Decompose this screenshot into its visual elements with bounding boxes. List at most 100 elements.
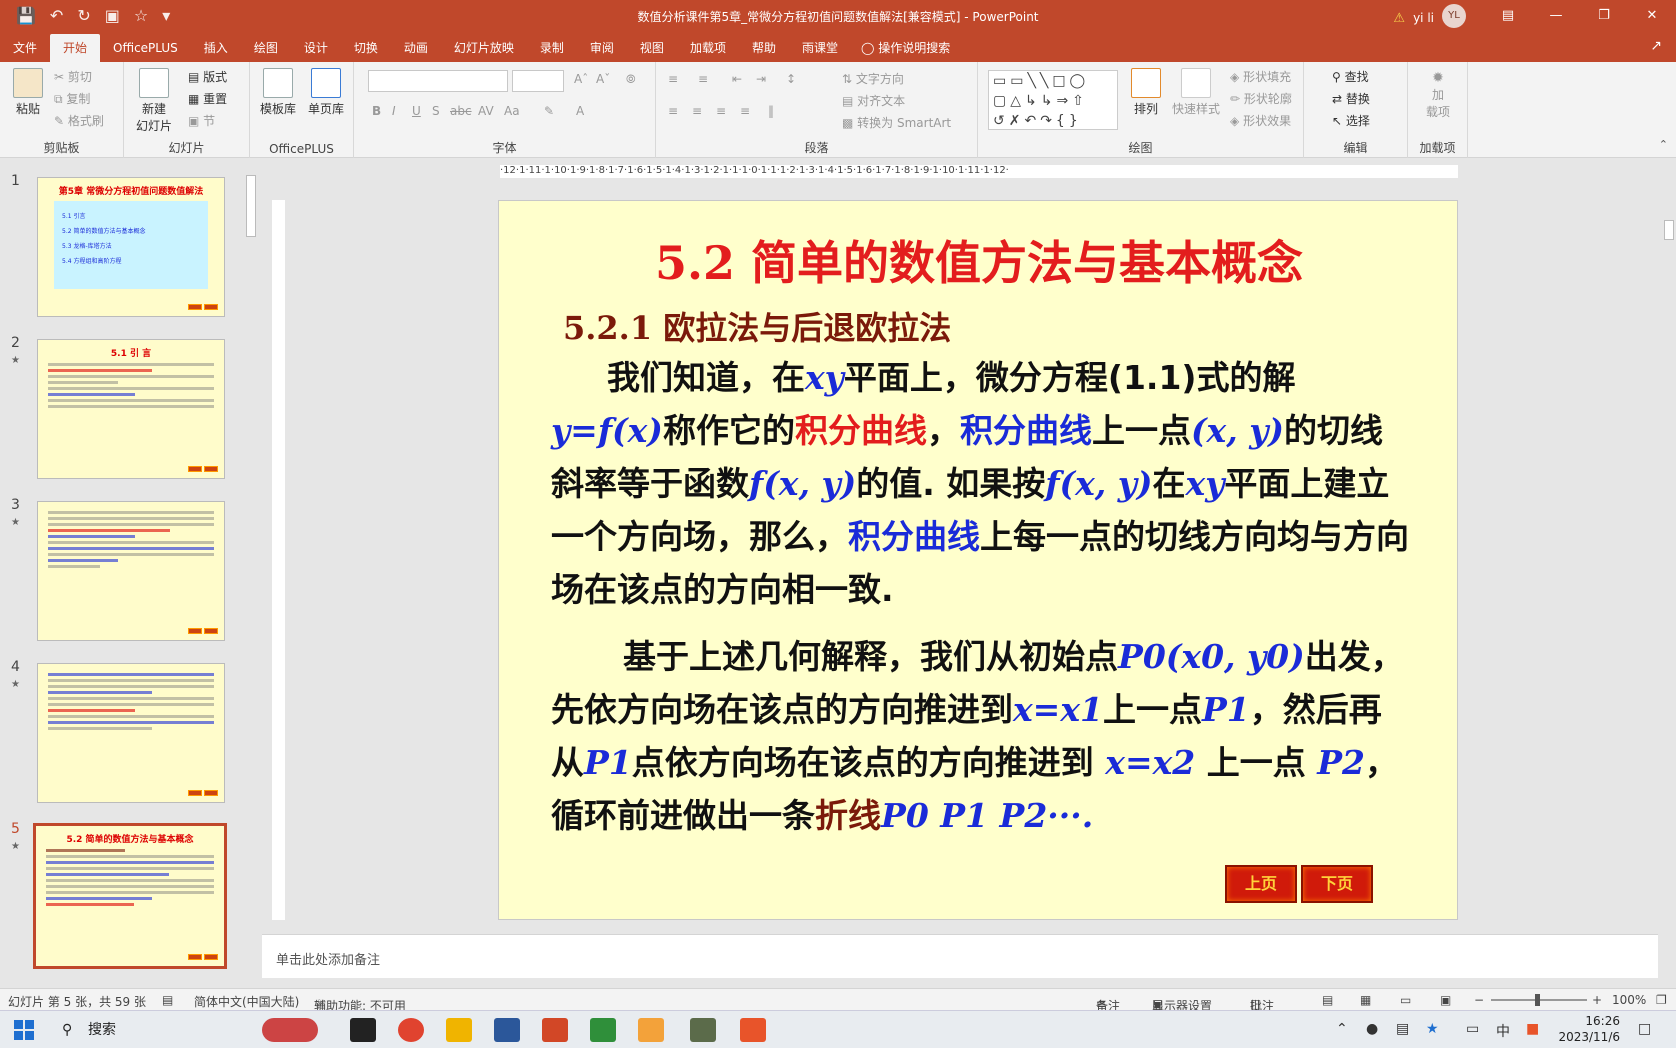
slide-thumbnail[interactable]: 第5章 常微分方程初值问题数值解法 5.1 引言 5.2 简单的数值方法与基本概… <box>37 177 225 317</box>
arrange-button[interactable]: 排列 <box>1130 68 1162 117</box>
single-page-library-button[interactable]: 单页库 <box>304 68 348 117</box>
tab-animations[interactable]: 动画 <box>391 34 441 62</box>
normal-view-icon[interactable]: ▤ <box>1322 993 1333 1007</box>
scrollbar-thumb[interactable] <box>246 175 256 237</box>
italic-button[interactable]: I <box>392 104 396 118</box>
align-right-button[interactable]: ≡ <box>716 104 726 118</box>
tab-review[interactable]: 审阅 <box>577 34 627 62</box>
text-direction-button[interactable]: ⇅ 文字方向 <box>842 70 904 87</box>
chrome-icon[interactable] <box>398 1018 424 1042</box>
decrease-indent-button[interactable]: ⇤ <box>732 72 742 86</box>
shapes-gallery[interactable]: ▭▭╲╲□◯ ▢△↳↳⇒⇧ ↺✗↶↷{} <box>988 70 1118 130</box>
align-text-button[interactable]: ▤ 对齐文本 <box>842 92 905 109</box>
tab-draw[interactable]: 绘图 <box>241 34 291 62</box>
zoom-slider-handle[interactable] <box>1535 994 1540 1006</box>
underline-button[interactable]: U <box>412 104 421 118</box>
slide-thumbnail[interactable]: 5.1 引 言 <box>37 339 225 479</box>
prev-page-button[interactable]: 上页 <box>1225 865 1297 903</box>
reading-view-icon[interactable]: ▭ <box>1400 993 1411 1007</box>
battery-icon[interactable]: ▭ <box>1466 1021 1479 1037</box>
paste-button[interactable]: 粘贴 <box>10 68 46 117</box>
share-icon[interactable]: ↗ <box>1650 38 1662 54</box>
clear-format-icon[interactable]: ⦾ <box>626 72 636 87</box>
highlight-button[interactable]: ✎ <box>544 104 554 118</box>
editor-scrollbar[interactable] <box>1662 160 1676 930</box>
strikethrough-button[interactable]: abc <box>450 104 472 118</box>
tab-view[interactable]: 视图 <box>627 34 677 62</box>
tray-chevron-icon[interactable]: ⌃ <box>1336 1021 1348 1037</box>
font-color-button[interactable]: A <box>576 104 584 118</box>
camtasia-icon[interactable] <box>590 1018 616 1042</box>
next-page-button[interactable]: 下页 <box>1301 865 1373 903</box>
network-icon[interactable]: ▤ <box>1396 1021 1409 1037</box>
grow-font-button[interactable]: Aˆ <box>574 72 588 86</box>
language-indicator[interactable]: 简体中文(中国大陆) <box>194 993 299 1010</box>
shadow-button[interactable]: S <box>432 104 440 118</box>
replace-button[interactable]: ⇄ 替换 <box>1332 90 1370 107</box>
fit-to-window-icon[interactable]: ❐ <box>1656 993 1667 1007</box>
shape-fill-button[interactable]: ◈ 形状填充 <box>1230 68 1291 85</box>
zoom-out-icon[interactable]: − <box>1474 993 1484 1007</box>
maximize-icon[interactable]: ❐ <box>1580 0 1628 32</box>
bold-button[interactable]: B <box>372 104 381 118</box>
font-name-combo[interactable] <box>368 70 508 92</box>
line-spacing-button[interactable]: ↕ <box>786 72 796 86</box>
app-icon[interactable] <box>350 1018 376 1042</box>
numbering-button[interactable]: ≡ <box>698 72 708 86</box>
slide-sorter-icon[interactable]: ▦ <box>1360 993 1371 1007</box>
tab-home[interactable]: 开始 <box>50 34 101 62</box>
font-size-combo[interactable] <box>512 70 564 92</box>
minimize-icon[interactable]: — <box>1532 0 1580 32</box>
reset-button[interactable]: ▦ 重置 <box>188 90 227 107</box>
slide-thumbnail[interactable] <box>37 663 225 803</box>
align-center-button[interactable]: ≡ <box>692 104 702 118</box>
spellcheck-icon[interactable]: ▤ <box>162 993 173 1007</box>
search-highlight-icon[interactable] <box>262 1018 318 1042</box>
close-icon[interactable]: ✕ <box>1628 0 1676 32</box>
increase-indent-button[interactable]: ⇥ <box>756 72 766 86</box>
layout-button[interactable]: ▤ 版式 <box>188 68 227 85</box>
notifications-icon[interactable]: □ <box>1638 1021 1651 1037</box>
ime-indicator[interactable]: 中 <box>1496 1021 1510 1041</box>
section-button[interactable]: ▣ 节 <box>188 112 215 129</box>
cut-button[interactable]: ✂ 剪切 <box>54 68 92 85</box>
tab-design[interactable]: 设计 <box>291 34 341 62</box>
zoom-level[interactable]: 100% <box>1612 993 1646 1007</box>
spacing-button[interactable]: AV <box>478 104 494 118</box>
ribbon-display-icon[interactable]: ▤ <box>1484 0 1532 32</box>
new-slide-button[interactable]: 新建 幻灯片 <box>132 68 176 134</box>
zoom-in-icon[interactable]: + <box>1592 993 1602 1007</box>
template-library-button[interactable]: 模板库 <box>256 68 300 117</box>
microphone-icon[interactable]: ● <box>1366 1021 1378 1037</box>
smartart-button[interactable]: ▩ 转换为 SmartArt <box>842 114 951 131</box>
tab-slideshow[interactable]: 幻灯片放映 <box>441 34 527 62</box>
taskbar-clock[interactable]: 16:26 2023/11/6 <box>1558 1013 1620 1045</box>
powerpoint-icon[interactable] <box>542 1018 568 1042</box>
tab-file[interactable]: 文件 <box>0 34 50 62</box>
user-account[interactable]: ⚠ yi li YL <box>1393 4 1466 28</box>
tell-me-search[interactable]: ◯ 操作说明搜索 <box>851 34 950 62</box>
paragraph-2[interactable]: 基于上述几何解释，我们从初始点P0(x0, y0)出发，先依方向场在该点的方向推… <box>551 630 1411 842</box>
app-tray-icon[interactable]: ■ <box>1526 1021 1539 1037</box>
bluetooth-icon[interactable]: ★ <box>1426 1021 1439 1037</box>
shrink-font-button[interactable]: Aˇ <box>596 72 610 86</box>
find-button[interactable]: ⚲ 查找 <box>1332 68 1369 85</box>
slide-subtitle[interactable]: 5.2.1 欧拉法与后退欧拉法 <box>563 303 951 349</box>
editor-scrollbar-thumb[interactable] <box>1664 220 1674 240</box>
format-painter-button[interactable]: ✎ 格式刷 <box>54 112 104 129</box>
app-icon[interactable] <box>638 1018 664 1042</box>
paragraph-1[interactable]: 我们知道，在xy平面上，微分方程(1.1)式的解 y=f(x)称作它的积分曲线，… <box>551 351 1411 616</box>
slide-thumbnail-selected[interactable]: 5.2 简单的数值方法与基本概念 <box>33 823 227 969</box>
tab-insert[interactable]: 插入 <box>191 34 241 62</box>
select-button[interactable]: ↖ 选择 <box>1332 112 1370 129</box>
slide-thumbnail[interactable] <box>37 501 225 641</box>
tab-rainclassroom[interactable]: 雨课堂 <box>789 34 851 62</box>
copy-button[interactable]: ⧉ 复制 <box>54 90 90 107</box>
tab-officeplus[interactable]: OfficePLUS <box>100 34 191 62</box>
columns-button[interactable]: ‖ <box>768 104 774 118</box>
shape-effects-button[interactable]: ◈ 形状效果 <box>1230 112 1291 129</box>
slideshow-icon[interactable]: ▣ <box>1440 993 1451 1007</box>
photos-icon[interactable] <box>690 1018 716 1042</box>
tab-record[interactable]: 录制 <box>527 34 577 62</box>
thumbnails-scrollbar[interactable] <box>244 161 258 979</box>
